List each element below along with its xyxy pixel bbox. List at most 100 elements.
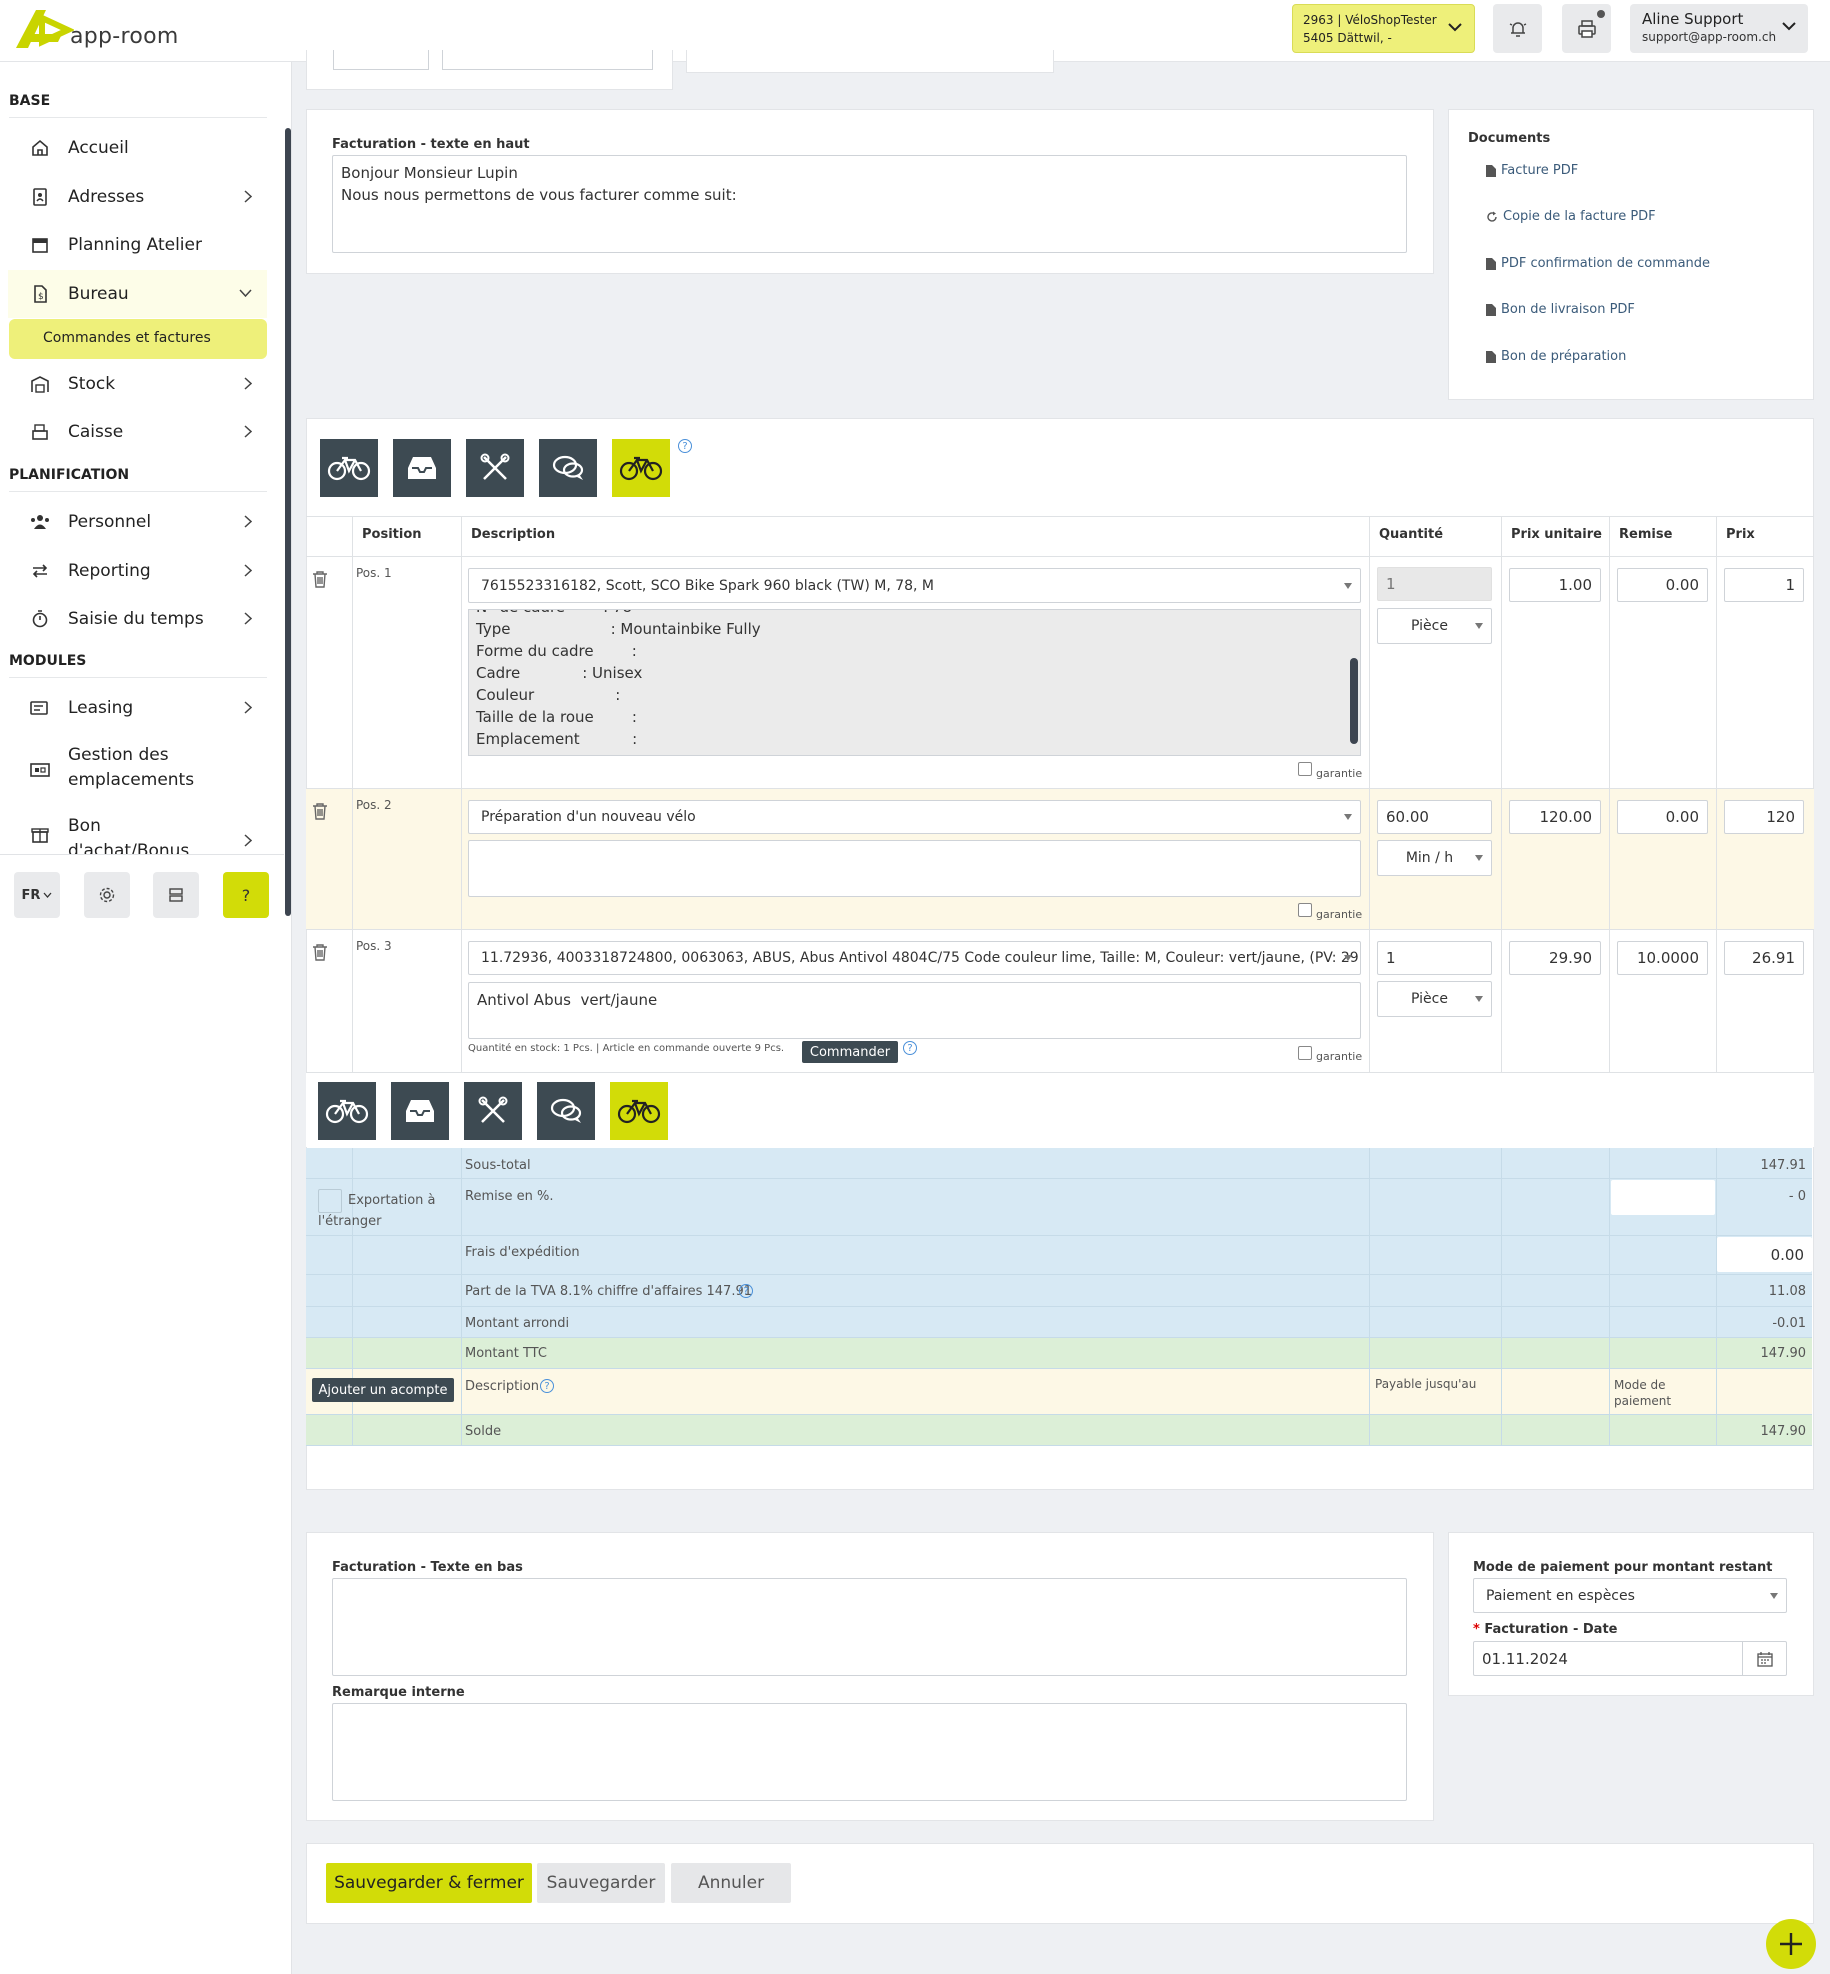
warranty-checkbox[interactable] [1298,762,1312,776]
hidden-input[interactable] [686,50,1054,73]
global-discount-input[interactable] [1611,1180,1715,1215]
sidebar-subitem-commandes[interactable]: Commandes et factures [9,319,267,359]
unit-price-input[interactable]: 120.00 [1509,800,1601,834]
calendar-icon [1756,1651,1773,1667]
price-input[interactable]: 26.91 [1724,941,1804,975]
quantity-input[interactable]: 60.00 [1377,800,1492,834]
settings-button[interactable] [84,872,130,918]
details-scrollbar[interactable] [1350,658,1358,744]
price-input[interactable]: 1 [1724,568,1804,602]
warranty-checkbox[interactable] [1298,1046,1312,1060]
add-comment-button[interactable] [539,439,597,497]
document-link-facture[interactable]: Facture PDF [1486,163,1578,178]
warehouse-icon [28,372,52,396]
help-icon[interactable]: ? [678,439,692,453]
sidebar-item-saisie-du-temps[interactable]: Saisie du temps [28,599,264,639]
shipping-input[interactable]: 0.00 [1717,1237,1812,1272]
article-details-area[interactable]: Antivol Abus vert/jaune [468,982,1361,1039]
delete-row-button[interactable] [312,943,328,961]
discount-input[interactable]: 10.0000 [1617,941,1708,975]
invoice-date-input[interactable]: 01.11.2024 [1473,1641,1787,1676]
sidebar-scrollbar[interactable] [285,128,291,916]
unit-select[interactable]: Pièce [1377,608,1492,644]
inbox-icon [406,1100,434,1122]
add-rental-bike-button[interactable] [610,1082,668,1140]
sidebar-item-caisse[interactable]: Caisse [28,412,264,452]
discount-input[interactable]: 0.00 [1617,800,1708,834]
add-deposit-button[interactable]: Ajouter un acompte [312,1378,454,1402]
add-article-button[interactable] [391,1082,449,1140]
save-close-button[interactable]: Sauvegarder & fermer [326,1863,532,1903]
add-rental-bike-button[interactable] [612,439,670,497]
documents-title: Documents [1468,131,1551,146]
save-button[interactable]: Sauvegarder [537,1863,665,1903]
sidebar-item-planning[interactable]: Planning Atelier [28,225,264,265]
sidebar-item-leasing[interactable]: Leasing [28,688,264,728]
sidebar-item-personnel[interactable]: Personnel [28,502,264,542]
layout-button[interactable] [153,872,199,918]
document-link-preparation[interactable]: Bon de préparation [1486,349,1626,364]
unit-price-input[interactable]: 29.90 [1509,941,1601,975]
document-link-copie[interactable]: Copie de la facture PDF [1486,209,1656,224]
row-position: Pos. 1 [356,566,392,580]
unit-price-input[interactable]: 1.00 [1509,568,1601,602]
discount-input[interactable]: 0.00 [1617,568,1708,602]
bottom-text-area[interactable] [332,1578,1407,1676]
file-icon [1486,303,1496,316]
article-select[interactable]: 11.72936, 4003318724800, 0063063, ABUS, … [468,941,1361,975]
add-article-button[interactable] [393,439,451,497]
sidebar-item-emplacements[interactable]: Gestion des emplacements [28,742,264,794]
sidebar-item-label: Gestion des emplacements [68,745,195,790]
language-selector[interactable]: FR [14,872,60,918]
help-icon[interactable]: ? [540,1379,554,1393]
add-bike-button[interactable] [318,1082,376,1140]
notification-button[interactable] [1493,4,1542,53]
user-menu[interactable]: Aline Support support@app-room.ch [1630,4,1808,53]
add-fab-button[interactable] [1766,1919,1816,1969]
add-bike-button[interactable] [320,439,378,497]
article-details-area[interactable]: N° de cadre : 78 Type : Mountainbike Ful… [468,609,1361,756]
sidebar-item-stock[interactable]: Stock [28,364,264,404]
help-icon[interactable]: ? [739,1284,753,1298]
document-link-livraison[interactable]: Bon de livraison PDF [1486,302,1635,317]
hidden-input[interactable] [442,50,653,70]
quantity-input[interactable]: 1 [1377,941,1492,975]
document-link-confirmation[interactable]: PDF confirmation de commande [1486,256,1710,271]
chevron-right-icon [244,564,252,577]
internal-remark-area[interactable] [332,1703,1407,1801]
order-button[interactable]: Commander [802,1041,898,1063]
price-input[interactable]: 120 [1724,800,1804,834]
help-icon[interactable]: ? [903,1041,917,1055]
top-text-area[interactable]: Bonjour Monsieur Lupin Nous nous permett… [332,155,1407,253]
add-service-button[interactable] [466,439,524,497]
add-service-button[interactable] [464,1082,522,1140]
date-picker-button[interactable] [1742,1642,1786,1675]
unit-select[interactable]: Min / h [1377,840,1492,876]
sidebar-item-bureau[interactable]: $ Bureau [28,274,264,314]
sidebar-item-bon-achat[interactable]: Bon d'achat/Bonus [28,814,264,854]
hidden-input[interactable] [333,50,429,70]
cancel-button[interactable]: Annuler [671,1863,791,1903]
delete-row-button[interactable] [312,802,328,820]
sidebar-item-adresses[interactable]: Adresses [28,177,264,217]
article-select[interactable]: Préparation d'un nouveau vélo [468,800,1361,834]
stopwatch-icon [28,607,52,631]
warranty-checkbox[interactable] [1298,903,1312,917]
unit-select[interactable]: Pièce [1377,981,1492,1017]
add-comment-button[interactable] [537,1082,595,1140]
rounding-label: Montant arrondi [465,1316,570,1331]
article-select[interactable]: 7615523316182, Scott, SCO Bike Spark 960… [468,568,1361,603]
quantity-input[interactable]: 1 [1377,567,1492,601]
section-planification: PLANIFICATION [9,467,130,483]
sidebar-item-reporting[interactable]: Reporting [28,551,264,591]
delete-row-button[interactable] [312,570,328,588]
comments-icon [552,455,584,480]
shop-selector[interactable]: 2963 | VéloShopTester 5405 Dättwil, - [1292,4,1475,53]
payment-mode-select[interactable]: Paiement en espèces [1473,1578,1787,1613]
article-details-area[interactable] [468,840,1361,897]
sidebar-item-accueil[interactable]: Accueil [28,128,264,168]
article-value: 7615523316182, Scott, SCO Bike Spark 960… [481,577,935,594]
print-button[interactable] [1562,4,1611,53]
chevron-down-icon [239,289,252,297]
help-button[interactable]: ? [223,872,269,918]
